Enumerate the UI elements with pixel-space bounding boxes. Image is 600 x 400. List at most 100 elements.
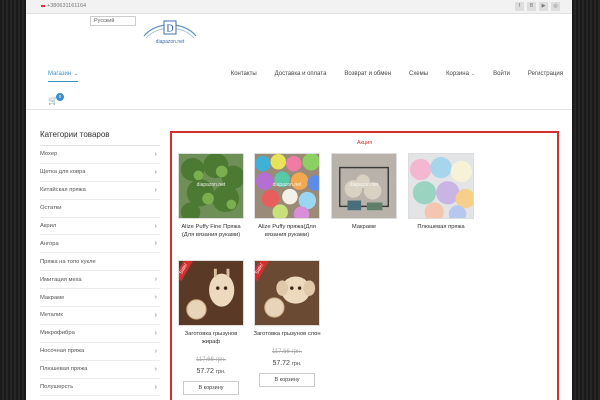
cart-count-badge: 0 [56, 93, 64, 101]
chevron-right-icon: › [154, 276, 157, 284]
product-price: 57.72 грн. [252, 360, 322, 367]
sidebar-category-item[interactable]: Ангора › [40, 235, 160, 254]
category-sidebar: Категории товаров Мохер › Щетка для ковра ›… [40, 130, 160, 397]
sidebar-category-item[interactable]: Носочная пряжа › [40, 343, 160, 361]
nav-item-3[interactable]: Возврат и обмен [335, 71, 400, 77]
chevron-right-icon: › [154, 347, 157, 355]
sidebar-category-item[interactable]: Микрофибра › [40, 325, 160, 343]
category-list: Мохер › Щетка для ковра › Китайская пряжа › Ос… [40, 146, 160, 397]
category-label: Плюшевая пряжа [40, 366, 88, 373]
nav-item-2[interactable]: Доставка и оплата [266, 71, 336, 77]
nav-item-1[interactable]: Контакты [222, 71, 266, 77]
nav-item-label: Доставка и оплата [274, 71, 327, 77]
nav-item-7[interactable]: Регистрация [519, 71, 572, 77]
product-card: Плюшевая пряжа [406, 153, 476, 232]
sidebar-category-item[interactable]: Остатки [40, 200, 160, 218]
nav-item-label: Возврат и обмен [344, 71, 392, 77]
phone-icon [41, 5, 45, 7]
nav-shop-label: Магазин [48, 71, 72, 77]
category-label: Пряжа на топо кукле [40, 258, 96, 265]
product-image[interactable] [408, 153, 474, 219]
language-select[interactable]: Русский [90, 16, 136, 26]
chevron-right-icon: › [154, 294, 157, 302]
price-value: 57.72 [196, 367, 214, 375]
product-image[interactable]: diapazon.net [178, 153, 244, 219]
chevron-right-icon: › [154, 329, 157, 337]
sidebar-category-item[interactable]: Плюшевая пряжа › [40, 361, 160, 379]
add-to-cart-button[interactable]: В корзину [183, 380, 239, 395]
product-watermark: diapazon.net [272, 182, 302, 188]
product-image[interactable]: Sale! [178, 260, 244, 326]
product-watermark: diapazon.net [349, 182, 379, 188]
main-navigation: Магазин ⌄ Контакты Доставка и оплата Возвра… [26, 58, 572, 110]
chevron-right-icon: › [154, 383, 157, 391]
category-label: Ангора [40, 240, 59, 247]
product-watermark: diapazon.net [196, 182, 226, 188]
social-links: f B ▶ ◎ [515, 2, 560, 11]
chevron-right-icon: › [154, 365, 157, 373]
page: +380631161164 f B ▶ ◎ Русский D diapazon.ne… [26, 0, 572, 400]
product-image[interactable]: diapazon.net [254, 153, 320, 219]
product-name[interactable]: Alize Puffy пряжа(Для вязания руками) [252, 224, 322, 240]
category-label: Мохер [40, 151, 58, 158]
nav-item-5[interactable]: Корзина ⌄ [437, 71, 484, 77]
youtube-icon[interactable]: ▶ [539, 2, 548, 11]
site-logo[interactable]: D diapazon.net [142, 19, 198, 45]
product-old-price: 117.66 грн. [195, 356, 227, 363]
sidebar-category-item[interactable]: Мохер › [40, 146, 160, 164]
sidebar-category-item[interactable]: Щетка для ковра › [40, 164, 160, 182]
product-name[interactable]: Заготовка грызунов слон [252, 331, 322, 339]
sidebar-category-item[interactable]: Макраме › [40, 289, 160, 308]
product-card: diapazon.net Alize Puffy пряжа(Для вязани… [252, 153, 322, 240]
chevron-down-icon: ⌄ [470, 71, 476, 77]
sidebar-category-item[interactable]: Китайская пряжа › [40, 182, 160, 200]
chevron-right-icon: › [154, 222, 157, 230]
phone-number[interactable]: +380631161164 [41, 3, 86, 9]
instagram-icon[interactable]: ◎ [551, 2, 560, 11]
nav-item-label: Контакты [230, 71, 257, 77]
facebook-icon[interactable]: f [515, 2, 524, 11]
sidebar-category-item[interactable]: Имитация меха › [40, 271, 160, 290]
promo-title: Акция [356, 140, 373, 146]
sidebar-category-item[interactable]: Пряжа на топо кукле [40, 253, 160, 272]
product-price: 57.72 грн. [176, 368, 246, 375]
product-name[interactable]: Alize Puffy Fine Пряжа (Для вязания рука… [176, 224, 246, 240]
price-value: 57.72 [272, 359, 290, 367]
product-image[interactable]: diapazon.net [331, 153, 397, 219]
nav-item-label: Регистрация [527, 71, 563, 77]
nav-item-label: Схемы [409, 71, 429, 77]
product-name[interactable]: Макраме [329, 224, 399, 232]
nav-shop[interactable]: Магазин ⌄ [48, 71, 79, 82]
chevron-right-icon: › [154, 186, 157, 194]
price-currency: грн. [215, 368, 226, 375]
product-card: diapazon.net Alize Puffy Fine Пряжа (Для … [176, 153, 246, 240]
category-label: Полушерсть [40, 384, 74, 391]
logo-text: diapazon.net [156, 39, 185, 45]
category-label: Микрофибра [40, 330, 75, 337]
chevron-right-icon: › [154, 150, 157, 158]
promo-section: Акция diapazon.net Alize Puffy Fine Пряжа… [170, 131, 559, 400]
product-card: Sale! Заготовка грызунов жираф 117.66 грн.… [176, 260, 246, 395]
category-label: Носочная пряжа [40, 348, 85, 355]
chevron-right-icon: › [154, 168, 157, 176]
topbar: +380631161164 f B ▶ ◎ [26, 0, 572, 14]
product-image[interactable]: Sale! [254, 260, 320, 326]
sidebar-category-item[interactable]: Акрил › [40, 218, 160, 236]
product-name[interactable]: Заготовка грызунов жираф [176, 331, 246, 347]
category-label: Имитация меха [40, 276, 82, 283]
category-label: Акрил [40, 223, 57, 229]
logo-letter: D [166, 24, 173, 35]
nav-item-4[interactable]: Схемы [400, 71, 437, 77]
add-to-cart-button[interactable]: В корзину [259, 372, 315, 387]
category-label: Остатки [40, 205, 62, 212]
phone-text: +380631161164 [47, 3, 87, 9]
vk-icon[interactable]: B [527, 2, 536, 11]
product-card: Sale! Заготовка грызунов слон 117.66 грн. 5… [252, 260, 322, 387]
product-name[interactable]: Плюшевая пряжа [406, 224, 476, 232]
sidebar-category-item[interactable]: Полушерсть › [40, 379, 160, 397]
sidebar-title: Категории товаров [40, 130, 160, 146]
nav-item-6[interactable]: Войти [484, 71, 519, 77]
sidebar-category-item[interactable]: Металик › [40, 307, 160, 325]
nav-item-label: Корзина [446, 71, 469, 77]
price-currency: грн. [291, 360, 302, 367]
